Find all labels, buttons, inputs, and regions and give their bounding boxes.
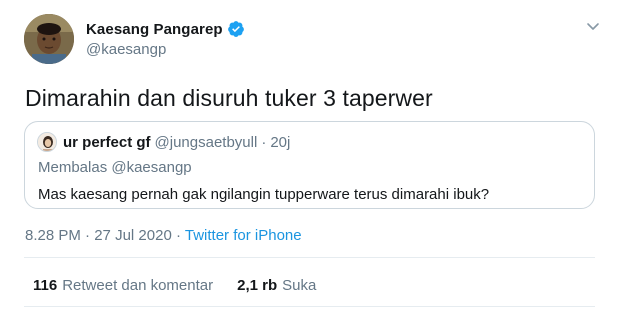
likes-label: Suka — [282, 277, 317, 294]
tweet-date[interactable]: 27 Jul 2020 — [94, 227, 172, 244]
tweet-text: Dimarahin dan disuruh tuker 3 taperwer — [25, 85, 433, 111]
meta-separator: · — [175, 227, 181, 244]
quoted-tweet-header: ur perfect gf @jungsaetbyull · 20j — [37, 132, 290, 152]
author-block: Kaesang Pangarep @kaesangp — [86, 19, 245, 58]
chevron-down-icon[interactable] — [585, 18, 601, 34]
tweet-meta: 8.28 PM · 27 Jul 2020 · Twitter for iPho… — [25, 227, 302, 244]
tweet-source-link[interactable]: Twitter for iPhone — [185, 227, 302, 244]
quoted-reply-context: Membalas @kaesangp — [38, 159, 192, 176]
author-name-row: Kaesang Pangarep — [86, 19, 245, 39]
likes-stat[interactable]: 2,1 rb Suka — [237, 277, 316, 294]
quoted-author-name: ur perfect gf — [63, 133, 151, 151]
author-handle[interactable]: @kaesangp — [86, 41, 245, 58]
retweets-count: 116 — [33, 277, 58, 294]
quoted-tweet-text: Mas kaesang pernah gak ngilangin tupperw… — [38, 186, 490, 203]
author-avatar[interactable] — [24, 14, 74, 64]
divider — [24, 306, 595, 307]
verified-badge-icon — [227, 20, 245, 38]
retweets-stat[interactable]: 116 Retweet dan komentar — [33, 277, 213, 294]
quoted-timestamp: 20j — [270, 133, 291, 151]
quoted-author-handle: @jungsaetbyull — [154, 133, 258, 151]
tweet-time[interactable]: 8.28 PM — [25, 227, 81, 244]
author-name[interactable]: Kaesang Pangarep — [86, 21, 223, 38]
divider — [24, 257, 595, 258]
likes-count: 2,1 rb — [237, 277, 278, 294]
retweets-label: Retweet dan komentar — [62, 277, 214, 294]
tweet-stats: 116 Retweet dan komentar 2,1 rb Suka — [33, 277, 316, 294]
tweet-card: Kaesang Pangarep @kaesangp Dimarahin dan… — [0, 0, 621, 310]
quoted-separator: · — [261, 133, 267, 151]
quoted-author-avatar — [37, 132, 57, 152]
quoted-tweet[interactable]: ur perfect gf @jungsaetbyull · 20j Memba… — [24, 121, 595, 209]
meta-separator: · — [85, 227, 91, 244]
